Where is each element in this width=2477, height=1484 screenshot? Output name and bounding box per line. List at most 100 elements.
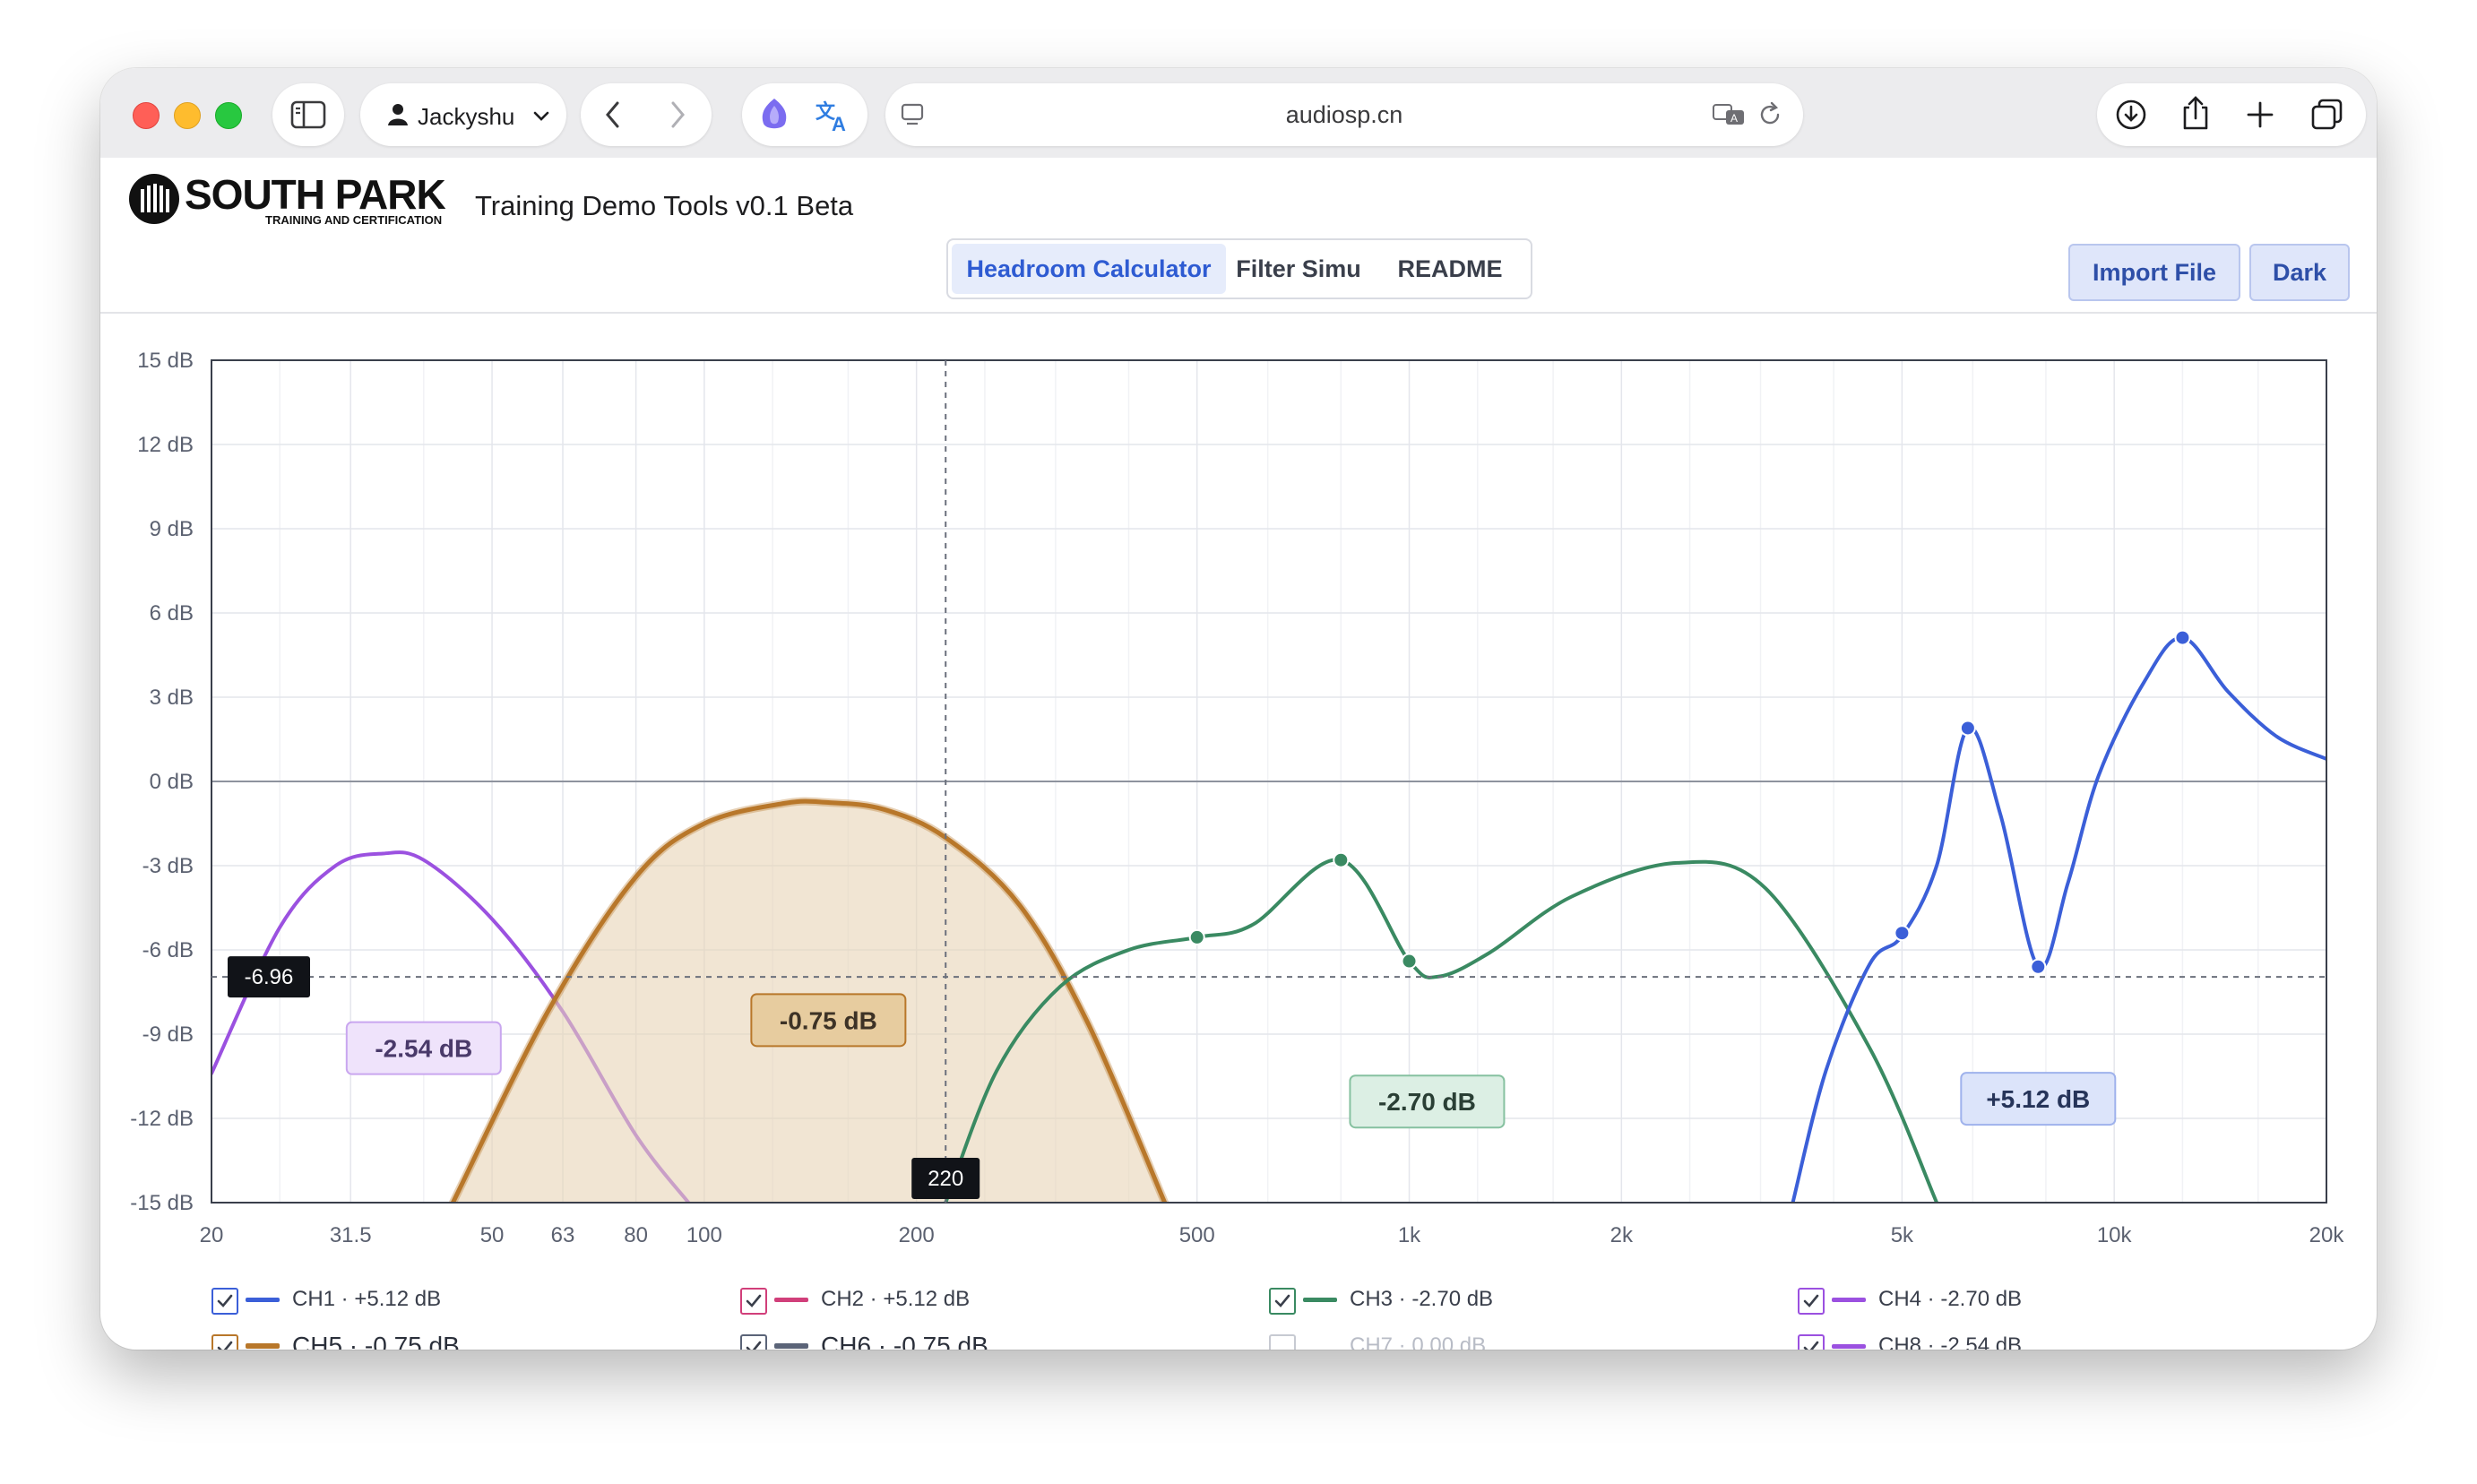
y-tick-label: -12 dB <box>130 1107 194 1131</box>
channel-checkbox[interactable] <box>1269 1334 1296 1350</box>
sidebar-toggle-button[interactable] <box>272 83 344 146</box>
sidebar-icon <box>290 100 326 129</box>
channel-checkbox[interactable] <box>1798 1334 1825 1350</box>
channel-checkbox[interactable] <box>211 1334 238 1350</box>
channel-label: CH1 · +5.12 dB <box>292 1287 442 1311</box>
channel-checkbox[interactable] <box>1798 1288 1825 1315</box>
channel-color-swatch <box>246 1343 280 1349</box>
svg-text:A: A <box>1730 112 1738 125</box>
svg-text:A: A <box>832 113 846 133</box>
channel-checkbox[interactable] <box>740 1334 767 1350</box>
channel-color-swatch <box>774 1343 808 1349</box>
profile-name: Jackyshu <box>418 103 515 130</box>
browser-window: Jackyshu 文 A audiosp.cn A SOUTH PARK TRA… <box>100 68 2377 1350</box>
y-tick-label: -6 dB <box>142 938 194 962</box>
tab-headroom-calculator[interactable]: Headroom Calculator <box>952 244 1226 294</box>
south-park-logo <box>129 174 179 224</box>
channel-label: CH7 · 0.00 dB <box>1350 1333 1487 1350</box>
toolbar-actions <box>2097 83 2366 146</box>
x-tick-label: 200 <box>899 1223 935 1247</box>
channel-checkbox[interactable] <box>211 1288 238 1315</box>
logo-mark-icon <box>141 184 169 212</box>
crosshair-x-value: 220 <box>928 1167 963 1191</box>
checkmark-icon <box>746 1341 762 1350</box>
x-tick-label: 80 <box>624 1223 648 1247</box>
person-icon <box>388 104 408 125</box>
checkmark-icon <box>217 1341 233 1350</box>
eq-band-handle-ch1[interactable] <box>2174 629 2191 646</box>
extensions-group: 文 A <box>742 83 867 146</box>
channel-checkbox[interactable] <box>740 1288 767 1315</box>
y-tick-label: 0 dB <box>150 770 194 794</box>
url-text: audiosp.cn <box>1285 101 1403 128</box>
y-tick-label: 12 dB <box>137 433 194 457</box>
checkmark-icon <box>1803 1341 1819 1350</box>
x-tick-label: 63 <box>551 1223 575 1247</box>
channel-label: CH6 · -0.75 dB <box>821 1332 988 1350</box>
mode-tabs: Headroom Calculator Filter Simu README <box>946 238 1532 299</box>
crosshair-y-value: -6.96 <box>245 965 294 989</box>
channel-color-swatch <box>1303 1298 1337 1302</box>
channel-color-swatch <box>774 1298 808 1302</box>
logo-tagline: TRAINING AND CERTIFICATION <box>265 213 443 227</box>
channel-color-swatch <box>246 1298 280 1302</box>
chart-svg[interactable]: 20 31.5 50 63 80 100 200 500 1k 2k 5k 10k 20k 15 dB 12… <box>100 312 2377 1350</box>
eq-band-handle-ch1[interactable] <box>2030 958 2047 975</box>
chevron-down-icon <box>533 111 549 121</box>
minimize-window-button[interactable] <box>174 102 201 129</box>
x-tick-label: 31.5 <box>330 1223 372 1247</box>
eq-band-handle-ch1[interactable] <box>1894 925 1911 942</box>
zoom-window-button[interactable] <box>215 102 242 129</box>
close-window-button[interactable] <box>133 102 160 129</box>
download-icon[interactable] <box>2115 99 2147 131</box>
x-tick-label: 20 <box>200 1223 224 1247</box>
tab-overview-icon[interactable] <box>2310 98 2344 132</box>
new-tab-icon[interactable] <box>2246 100 2274 129</box>
y-tick-label: -3 dB <box>142 854 194 878</box>
gain-label-text-ch5: -0.75 dB <box>780 1006 877 1034</box>
checkmark-icon <box>746 1294 762 1307</box>
y-tick-label: 3 dB <box>150 686 194 710</box>
browser-toolbar: Jackyshu 文 A audiosp.cn A <box>100 68 2377 158</box>
eq-band-handle-ch3[interactable] <box>1401 953 1418 970</box>
x-tick-label: 20k <box>2309 1223 2345 1247</box>
channel-checkbox[interactable] <box>1269 1288 1296 1315</box>
x-tick-label: 10k <box>2097 1223 2133 1247</box>
eq-band-handle-ch3[interactable] <box>1333 851 1350 868</box>
tab-filter-simu[interactable]: Filter Simu <box>1222 240 1375 298</box>
channel-label: CH4 · -2.70 dB <box>1878 1287 2023 1311</box>
y-tick-label: -15 dB <box>130 1191 194 1215</box>
share-icon[interactable] <box>2179 95 2212 131</box>
back-arrow-icon[interactable] <box>604 100 622 129</box>
address-bar[interactable]: audiosp.cn A <box>885 83 1803 146</box>
channel-label: CH3 · -2.70 dB <box>1350 1287 1494 1311</box>
checkmark-icon <box>217 1294 233 1307</box>
eq-band-handle-ch3[interactable] <box>1188 928 1205 945</box>
forward-arrow-icon[interactable] <box>669 100 686 129</box>
checkmark-icon <box>1803 1294 1819 1307</box>
channel-label: CH5 · -0.75 dB <box>292 1332 460 1350</box>
translate-extension-icon[interactable]: 文 A <box>814 97 853 133</box>
tab-readme[interactable]: README <box>1387 240 1513 298</box>
translate-page-icon[interactable]: A <box>1712 101 1748 128</box>
dark-mode-button[interactable]: Dark <box>2249 244 2350 301</box>
extension-shield-icon[interactable] <box>758 97 790 133</box>
x-tick-label: 1k <box>1398 1223 1421 1247</box>
x-tick-label: 2k <box>1610 1223 1634 1247</box>
eq-band-handle-ch1[interactable] <box>1959 720 1976 737</box>
checkmark-icon <box>1274 1294 1290 1307</box>
history-navigation <box>581 83 712 146</box>
x-tick-label: 50 <box>480 1223 505 1247</box>
import-file-button[interactable]: Import File <box>2068 244 2240 301</box>
channel-label: CH8 · -2.54 dB <box>1878 1333 2023 1350</box>
y-tick-label: -9 dB <box>142 1022 194 1047</box>
profile-button[interactable]: Jackyshu <box>360 83 566 146</box>
reload-icon[interactable] <box>1756 101 1783 128</box>
gain-label-text-ch1: +5.12 dB <box>1986 1085 2090 1113</box>
x-tick-label: 5k <box>1891 1223 1914 1247</box>
y-tick-label: 9 dB <box>150 517 194 541</box>
channel-color-swatch <box>1832 1298 1866 1302</box>
app-title: Training Demo Tools v0.1 Beta <box>475 190 854 221</box>
channel-color-swatch <box>1832 1344 1866 1349</box>
frequency-response-chart[interactable]: 20 31.5 50 63 80 100 200 500 1k 2k 5k 10k 20k 15 dB 12… <box>100 312 2377 1350</box>
